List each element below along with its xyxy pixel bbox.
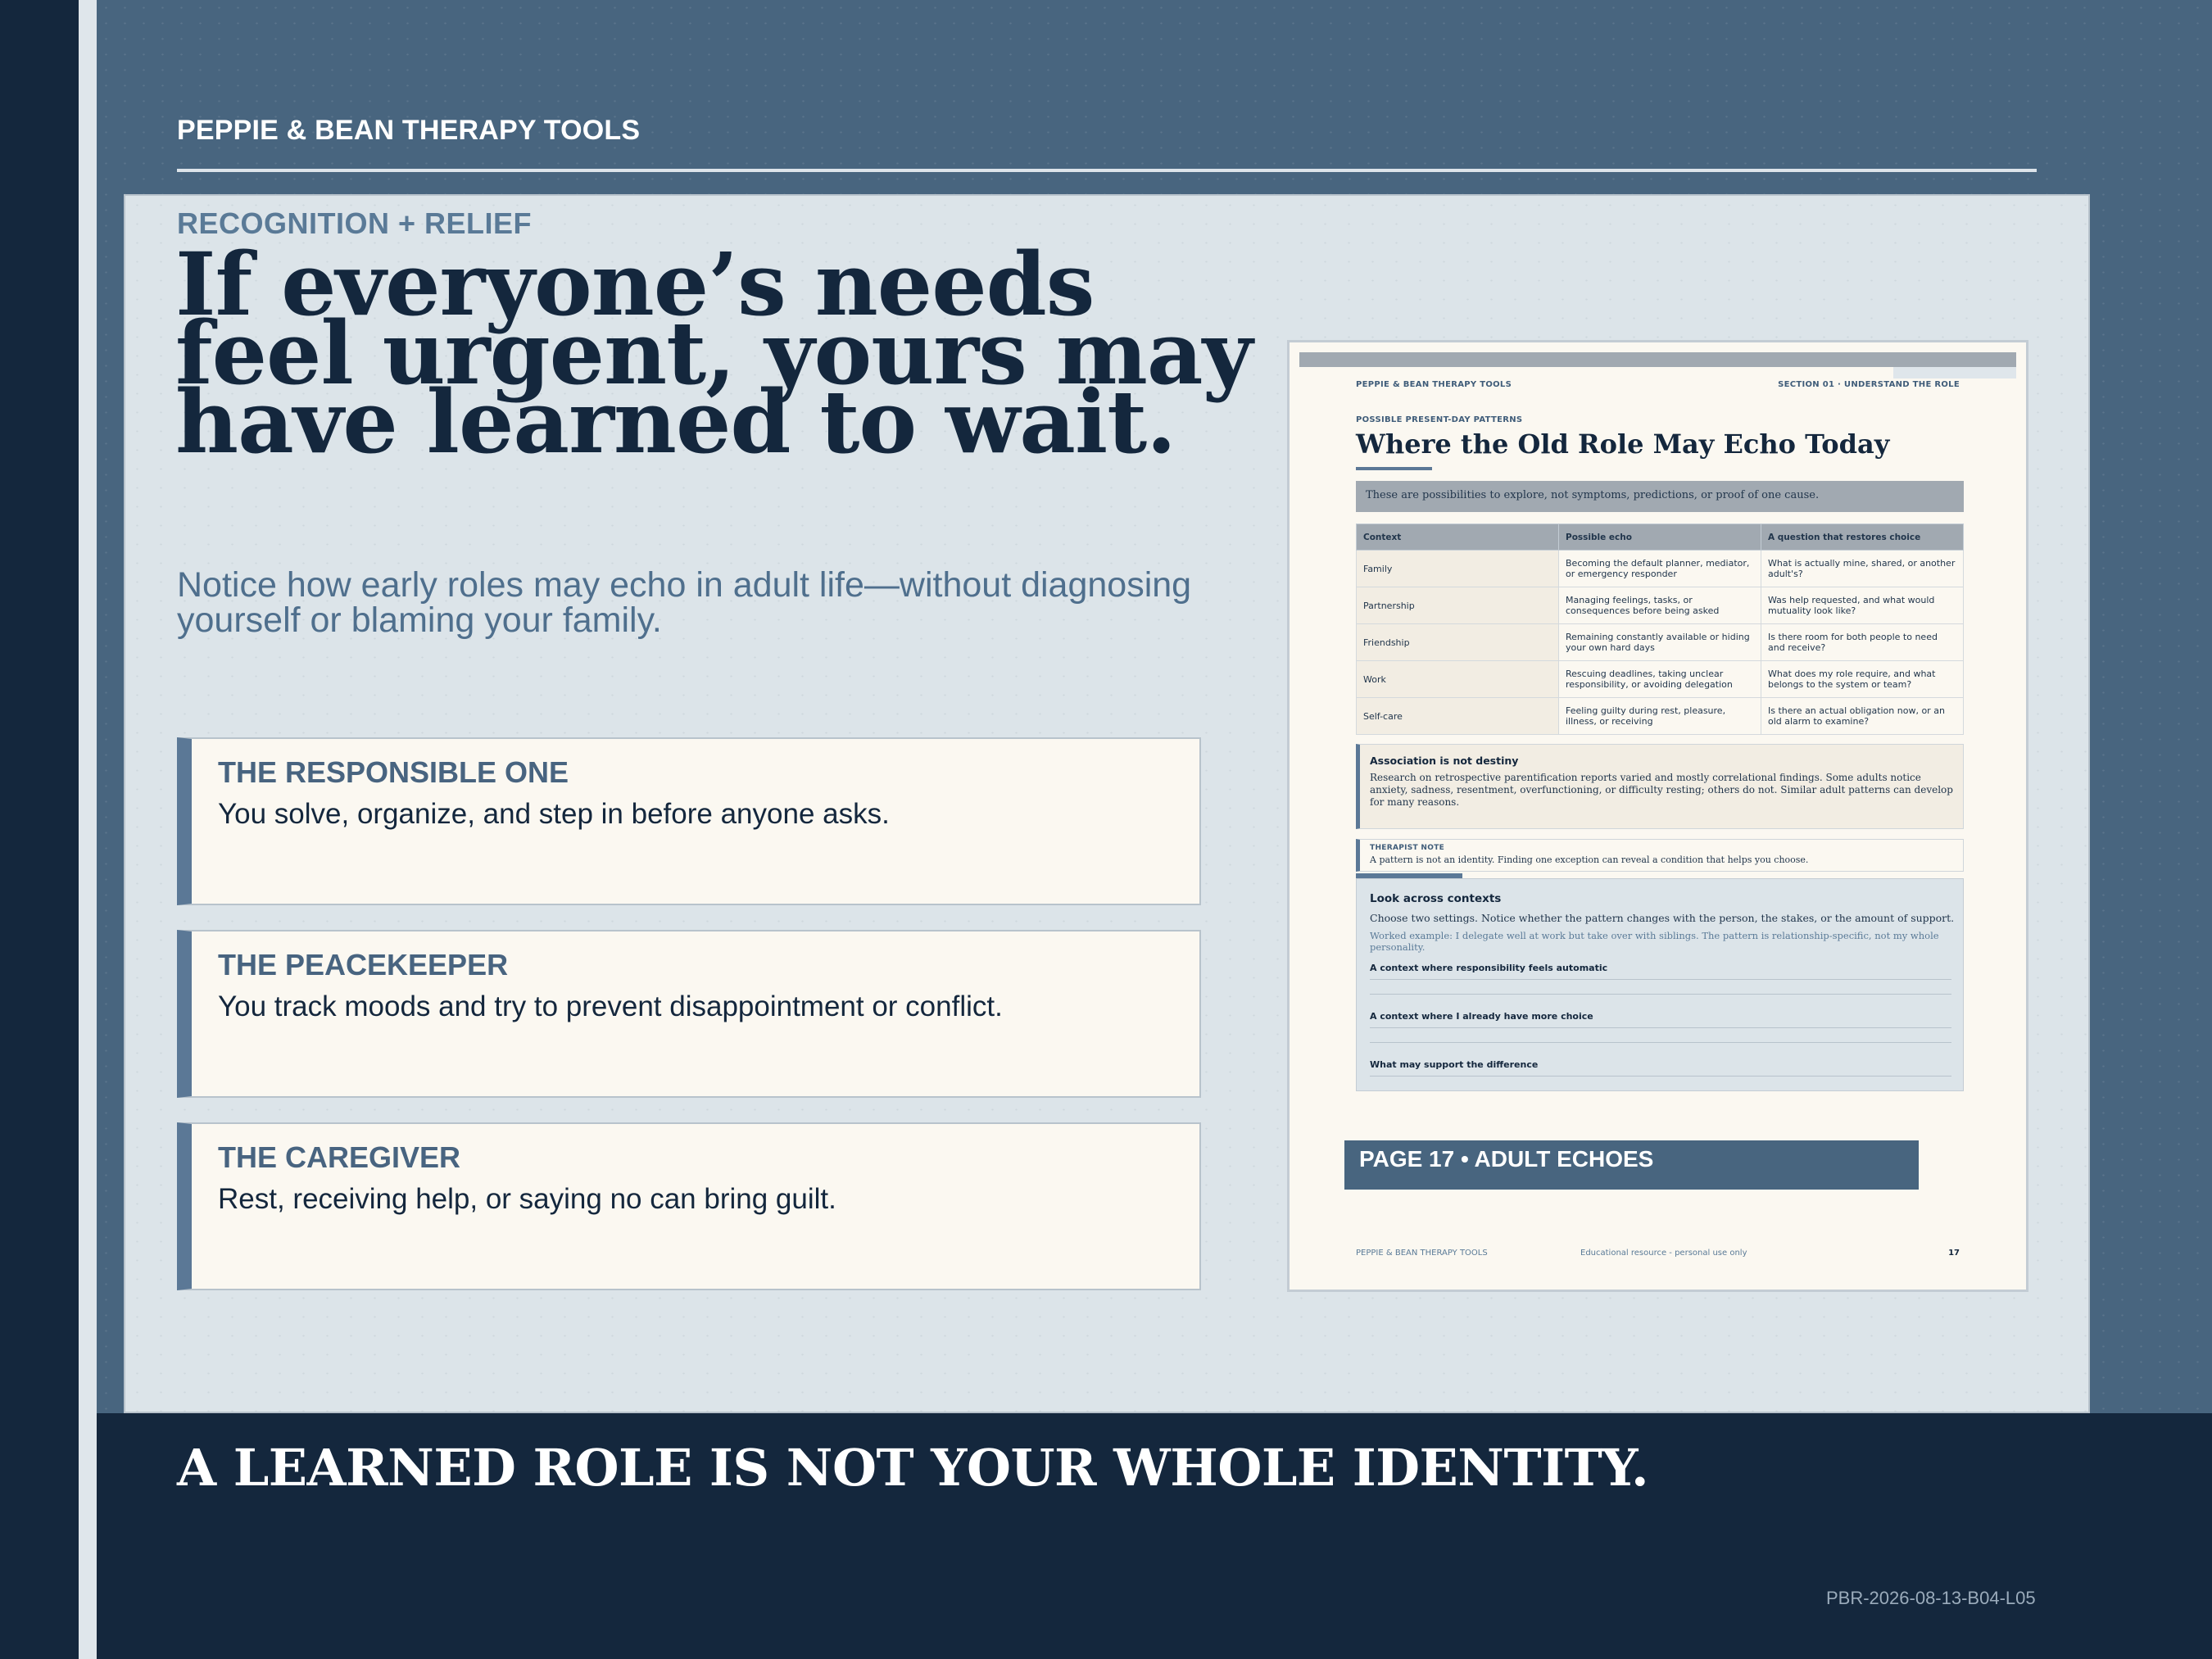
role-card-caregiver: THE CAREGIVER Rest, receiving help, or s… [177,1122,1201,1290]
table-cell: Feeling guilty during rest, pleasure, il… [1558,697,1761,735]
worksheet-footer-center: Educational resource - personal use only [1580,1249,1747,1258]
prompt-label: A context where I already have more choi… [1370,1011,1593,1022]
table-cell: Remaining constantly available or hiding… [1558,623,1761,661]
left-navy-strip [0,0,79,1659]
therapist-note-label: THERAPIST NOTE [1370,844,1445,852]
worksheet-top-tab [1893,367,2016,378]
therapist-note-body: A pattern is not an identity. Finding on… [1370,854,1809,865]
echo-table: Context Possible echo A question that re… [1356,524,1964,735]
answer-line [1370,1042,1951,1043]
look-example: Worked example: I delegate well at work … [1370,930,1939,953]
table-cell: Family [1356,550,1559,587]
brand-name: PEPPIE & BEAN THERAPY TOOLS [177,115,641,146]
role-card-text: Rest, receiving help, or saying no can b… [218,1183,836,1215]
role-card-title: THE CAREGIVER [218,1140,461,1174]
answer-line [1370,979,1951,980]
worksheet-title: Where the Old Role May Echo Today [1356,428,1890,460]
look-across-contexts: Look across contexts Choose two settings… [1356,878,1964,1091]
table-header: Possible echo [1558,524,1761,551]
look-title: Look across contexts [1370,892,1502,905]
table-cell: Rescuing deadlines, taking unclear respo… [1558,660,1761,698]
page-label-bar: PAGE 17 • ADULT ECHOES [1344,1140,1919,1190]
table-row: Partnership Managing feelings, tasks, or… [1356,587,1964,624]
table-cell: Self-care [1356,697,1559,735]
table-header-row: Context Possible echo A question that re… [1356,524,1964,551]
worksheet-header-right: SECTION 01 · UNDERSTAND THE ROLE [1778,380,1960,389]
role-card-title: THE RESPONSIBLE ONE [218,755,569,789]
role-card-text: You solve, organize, and step in before … [218,798,890,830]
worksheet-title-rule [1356,467,1432,470]
headline: If everyone’s needs feel urgent, yours m… [175,233,1253,473]
table-cell: Work [1356,660,1559,698]
table-cell: What does my role require, and what belo… [1761,660,1964,698]
table-cell: What is actually mine, shared, or anothe… [1761,550,1964,587]
worksheet-header-left: PEPPIE & BEAN THERAPY TOOLS [1356,380,1512,389]
association-body: Research on retrospective parentificatio… [1370,772,1953,808]
worksheet-note: These are possibilities to explore, not … [1356,481,1964,512]
worksheet-top-bar [1299,352,2016,367]
table-cell: Becoming the default planner, mediator, … [1558,550,1761,587]
table-cell: Partnership [1356,587,1559,624]
table-cell: Is there room for both people to need an… [1761,623,1964,661]
document-code: PBR-2026-08-13-B04-L05 [1826,1588,2036,1608]
table-header: A question that restores choice [1761,524,1964,551]
table-cell: Was help requested, and what would mutua… [1761,587,1964,624]
table-row: Friendship Remaining constantly availabl… [1356,623,1964,661]
left-light-strip [79,0,97,1659]
prompt-label: What may support the difference [1370,1059,1539,1070]
table-row: Family Becoming the default planner, med… [1356,550,1964,587]
role-card-text: You track moods and try to prevent disap… [218,990,1003,1022]
table-row: Self-care Feeling guilty during rest, pl… [1356,697,1964,735]
worksheet-eyebrow: POSSIBLE PRESENT-DAY PATTERNS [1356,415,1523,424]
table-cell: Managing feelings, tasks, or consequence… [1558,587,1761,624]
table-cell: Friendship [1356,623,1559,661]
table-cell: Is there an actual obligation now, or an… [1761,697,1964,735]
association-callout: Association is not destiny Research on r… [1356,744,1964,829]
table-row: Work Rescuing deadlines, taking unclear … [1356,660,1964,698]
table-header: Context [1356,524,1559,551]
prompt-label: A context where responsibility feels aut… [1370,963,1608,973]
look-body: Choose two settings. Notice whether the … [1370,912,1955,924]
association-title: Association is not destiny [1370,755,1519,767]
worksheet-footer-left: PEPPIE & BEAN THERAPY TOOLS [1356,1249,1488,1258]
worksheet-preview: PEPPIE & BEAN THERAPY TOOLS SECTION 01 ·… [1287,340,2028,1292]
answer-line [1370,994,1951,995]
subheadline: Notice how early roles may echo in adult… [177,565,1192,640]
answer-line [1370,1076,1951,1077]
role-card-title: THE PEACEKEEPER [218,948,509,981]
worksheet-page-number: 17 [1948,1249,1960,1258]
tagline: A LEARNED ROLE IS NOT YOUR WHOLE IDENTIT… [177,1438,1649,1498]
therapist-note: THERAPIST NOTE A pattern is not an ident… [1356,839,1964,872]
brand-divider [177,169,2037,172]
role-card-responsible: THE RESPONSIBLE ONE You solve, organize,… [177,737,1201,905]
role-card-peacekeeper: THE PEACEKEEPER You track moods and try … [177,930,1201,1098]
answer-line [1370,1027,1951,1028]
